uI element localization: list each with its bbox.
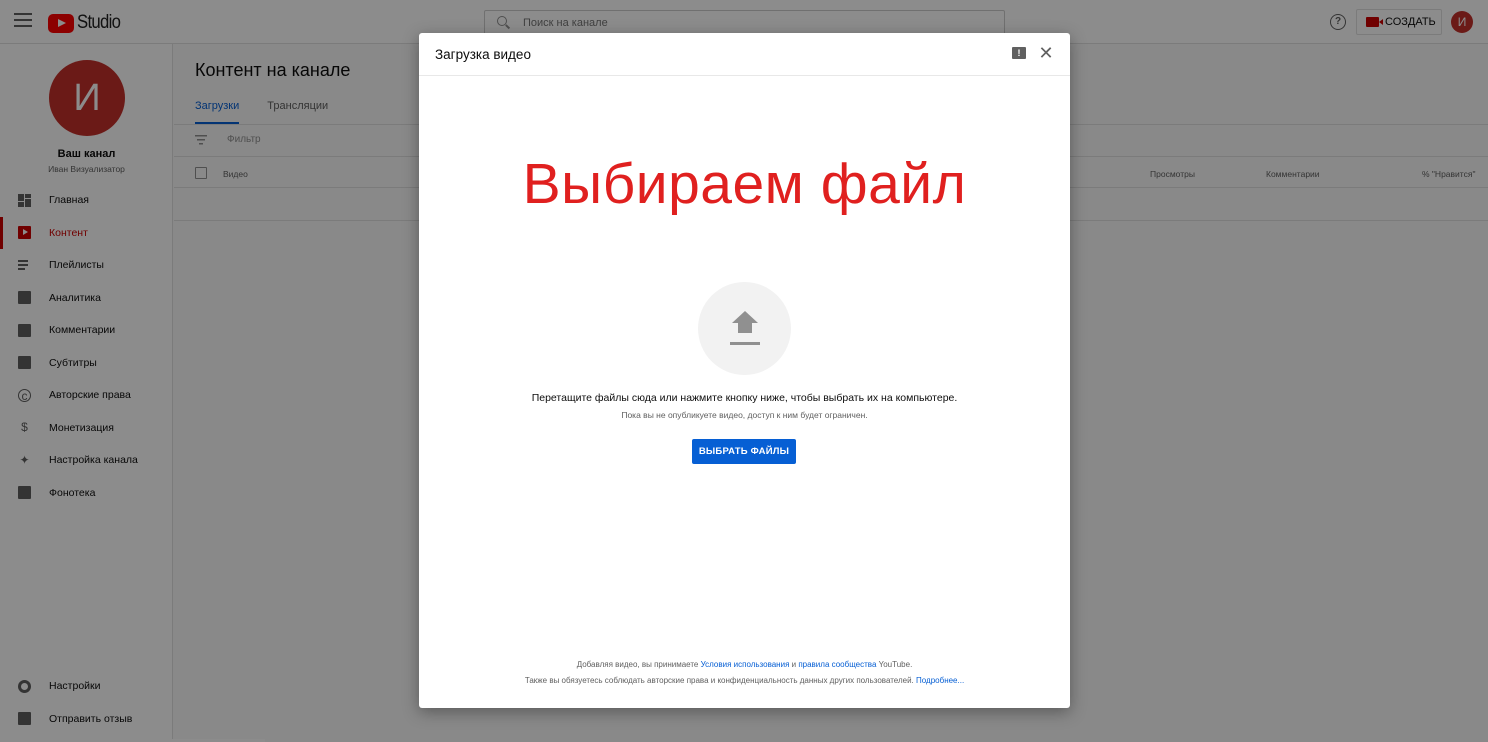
feedback-icon[interactable]: ! (1012, 47, 1026, 59)
dialog-title: Загрузка видео (435, 47, 531, 62)
learn-more-link[interactable]: Подробнее... (916, 676, 964, 685)
terms-text: Также вы обязуетесь соблюдать авторские … (524, 676, 917, 685)
close-icon[interactable]: ✕ (1038, 44, 1054, 62)
drop-subtext: Пока вы не опубликуете видео, доступ к н… (621, 410, 868, 420)
terms-text: Добавляя видео, вы принимаете (576, 660, 701, 669)
dialog-header: Загрузка видео ! ✕ (419, 33, 1070, 76)
terms-text: и (789, 660, 799, 669)
terms-text: YouTube. (876, 660, 913, 669)
drop-instructions: Перетащите файлы сюда или нажмите кнопку… (531, 392, 958, 404)
terms-line-1: Добавляя видео, вы принимаете Условия ис… (419, 660, 1070, 669)
annotation-text: Выбираем файл (522, 152, 967, 216)
select-files-button[interactable]: ВЫБРАТЬ ФАЙЛЫ (692, 439, 796, 464)
upload-icon (730, 311, 760, 346)
upload-video-dialog: Загрузка видео ! ✕ Выбираем файл Перетащ… (419, 33, 1070, 708)
terms-of-service-link[interactable]: Условия использования (701, 660, 790, 669)
community-guidelines-link[interactable]: правила сообщества (798, 660, 876, 669)
upload-drop-zone[interactable] (698, 282, 791, 375)
terms-line-2: Также вы обязуетесь соблюдать авторские … (419, 676, 1070, 685)
